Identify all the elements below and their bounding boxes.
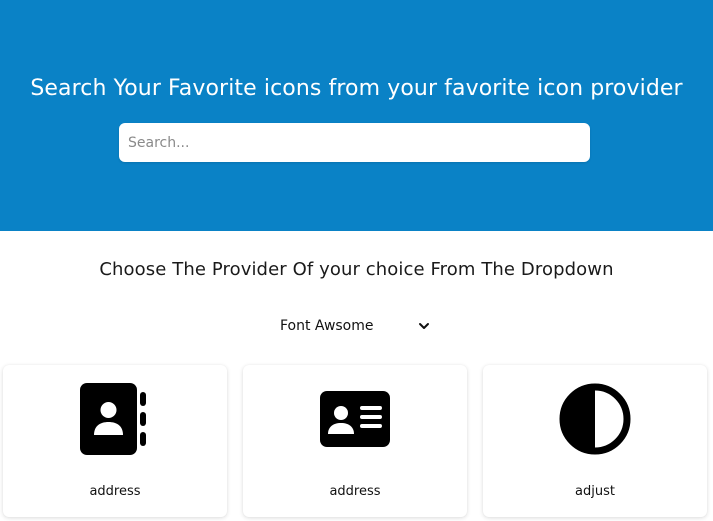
icon-card-label: adjust	[575, 484, 615, 499]
adjust-icon	[483, 381, 707, 457]
page-title: Search Your Favorite icons from your fav…	[30, 76, 683, 101]
address-card-icon	[243, 381, 467, 457]
icon-card[interactable]: address	[3, 365, 227, 517]
icon-card-label: address	[329, 484, 381, 499]
provider-selected-value: Font Awsome	[280, 318, 374, 334]
provider-prompt: Choose The Provider Of your choice From …	[99, 259, 614, 280]
icon-card-label: address	[89, 484, 141, 499]
address-book-icon	[3, 381, 227, 457]
icon-card[interactable]: adjust	[483, 365, 707, 517]
provider-dropdown[interactable]: Font Awsome	[272, 316, 436, 338]
search-input[interactable]	[119, 123, 590, 162]
hero-banner: Search Your Favorite icons from your fav…	[0, 0, 713, 231]
chevron-down-icon	[419, 323, 429, 329]
icon-card[interactable]: address	[243, 365, 467, 517]
